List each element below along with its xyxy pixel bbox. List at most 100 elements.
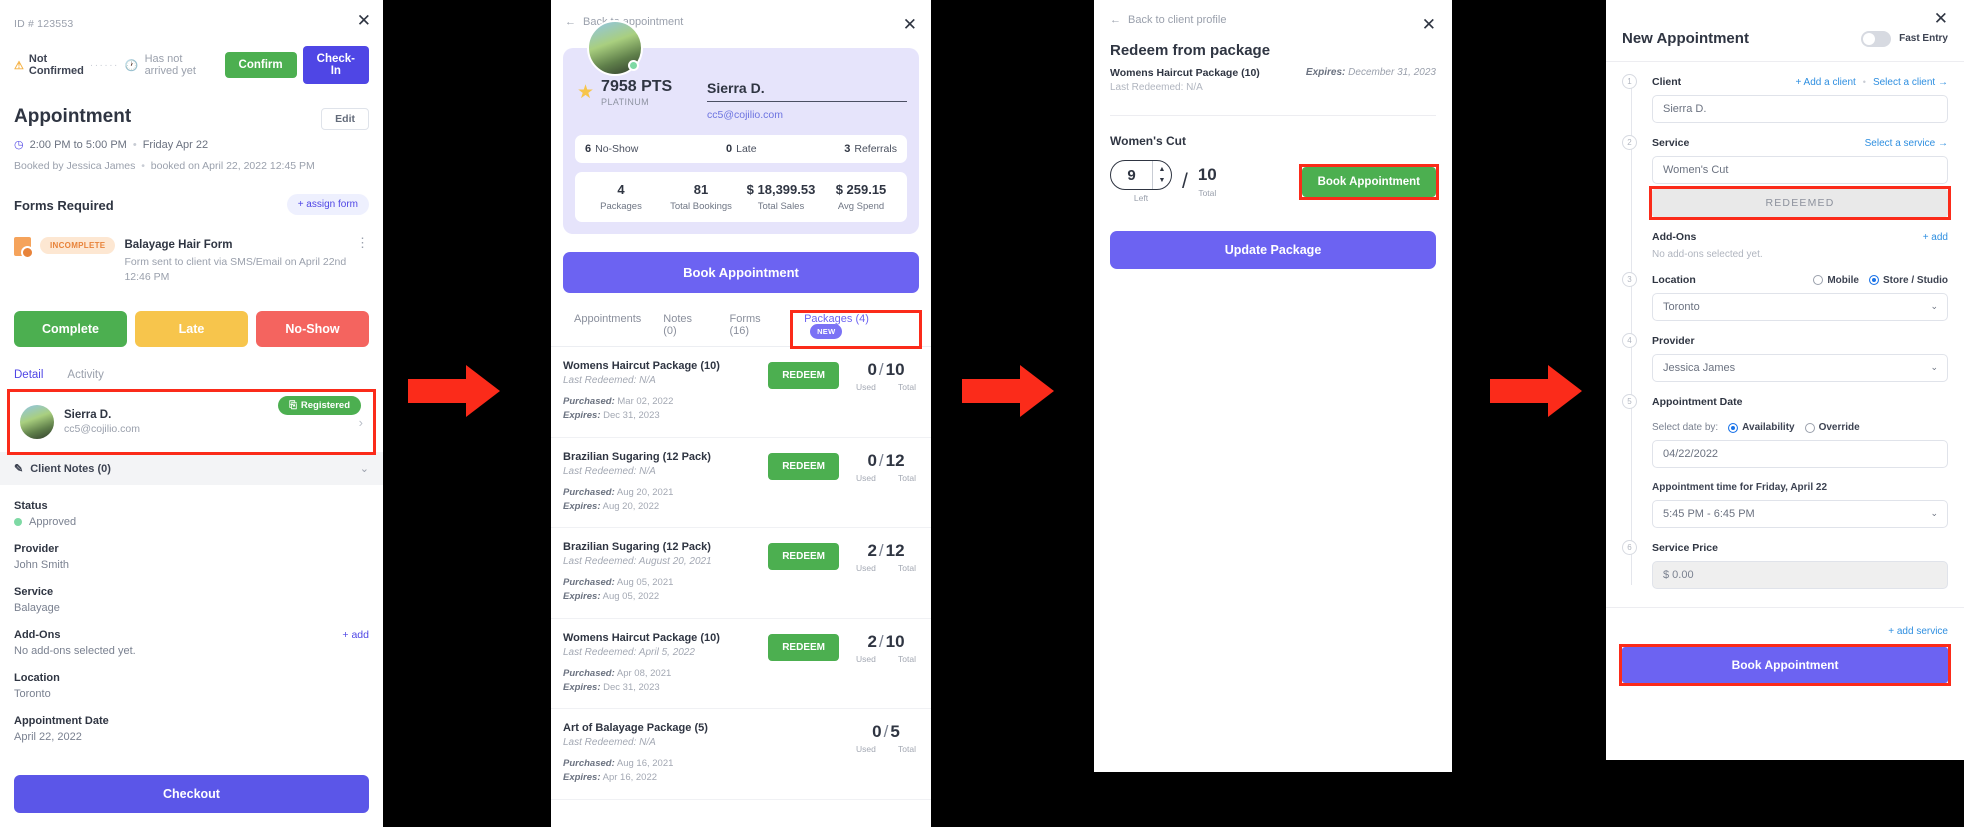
purchased-date: Mar 02, 2022 — [617, 396, 674, 407]
edit-button[interactable]: Edit — [321, 108, 369, 130]
book-appointment-button[interactable]: Book Appointment — [1301, 166, 1436, 197]
radio-override[interactable]: Override — [1804, 422, 1860, 433]
quick-stats-row: 6 No-Show 0 Late 3 Referrals — [575, 135, 907, 163]
forms-required-header: Forms Required — [14, 198, 114, 213]
used-label: Used — [856, 382, 876, 392]
redeem-button[interactable]: REDEEM — [768, 633, 839, 661]
package-title: Art of Balayage Package (5) — [563, 722, 708, 734]
form-row[interactable]: INCOMPLETE Balayage Hair Form Form sent … — [14, 235, 369, 285]
client-name: Sierra D. — [707, 80, 907, 102]
stat-label: Total Bookings — [670, 201, 732, 212]
redeem-button[interactable]: REDEEM — [768, 543, 839, 570]
arrival-text: Has not arrived yet — [144, 53, 196, 77]
checkout-button[interactable]: Checkout — [14, 775, 369, 813]
tab-packages[interactable]: Packages (4) NEW — [790, 310, 922, 349]
book-appointment-button[interactable]: Book Appointment — [1622, 647, 1948, 683]
redeem-button[interactable]: REDEEM — [768, 362, 839, 389]
client-row[interactable]: Sierra D. cc5@cojilio.com ⎘ Registered › — [10, 392, 373, 453]
client-email[interactable]: cc5@cojilio.com — [707, 109, 907, 121]
addons-label: Add-Ons — [1652, 231, 1697, 243]
chevron-down-icon[interactable]: ⌄ — [360, 462, 369, 475]
field-appointment-date: Appointment Date April 22, 2022 — [14, 715, 369, 743]
no-show-button[interactable]: No-Show — [256, 311, 369, 348]
select-service-link[interactable]: Select a service → — [1865, 138, 1948, 149]
expires-date: Dec 31, 2023 — [603, 410, 660, 422]
appointment-time-label: Appointment time for Friday, April 22 — [1652, 482, 1828, 493]
total-label: Total — [898, 744, 916, 754]
chevron-down-icon[interactable]: ▼ — [1159, 177, 1166, 184]
stepper-value[interactable]: 9 — [1111, 161, 1153, 189]
close-icon[interactable]: ✕ — [357, 12, 371, 29]
expires-date: December 31, 2023 — [1348, 67, 1436, 78]
client-input[interactable] — [1652, 95, 1948, 123]
client-notes-header[interactable]: ✎ Client Notes (0) ⌄ — [0, 452, 383, 486]
quantity-stepper[interactable]: 9 ▲ ▼ — [1110, 160, 1172, 190]
tab-detail[interactable]: Detail — [14, 369, 44, 392]
tab-appointments[interactable]: Appointments — [563, 313, 652, 346]
redeemed-highlight: REDEEMED — [1649, 186, 1951, 220]
close-icon[interactable]: ✕ — [903, 16, 917, 33]
total-value: 10 — [1197, 165, 1217, 184]
add-addon-link[interactable]: + add — [1923, 232, 1948, 243]
service-price-input[interactable] — [1652, 561, 1948, 589]
arrow-left-icon: ← — [1110, 14, 1121, 26]
time-select[interactable] — [1652, 500, 1948, 528]
field-status: Status Approved — [14, 500, 369, 528]
add-service-link[interactable]: + add service — [1622, 626, 1948, 637]
stepper-arrows[interactable]: ▲ ▼ — [1153, 166, 1171, 184]
stat-value: 6 — [585, 143, 592, 155]
update-package-button[interactable]: Update Package — [1110, 231, 1436, 269]
radio-store-studio[interactable]: Store / Studio — [1869, 275, 1948, 286]
select-client-link[interactable]: Select a client → — [1873, 77, 1948, 88]
complete-button[interactable]: Complete — [14, 311, 127, 348]
radio-availability[interactable]: Availability — [1728, 422, 1795, 433]
service-input[interactable] — [1652, 156, 1948, 184]
count-labels: Used Total — [853, 654, 919, 664]
back-to-client-profile-link[interactable]: ← Back to client profile — [1110, 14, 1436, 26]
tab-activity[interactable]: Activity — [67, 369, 103, 391]
total-label: Total — [898, 653, 916, 664]
purchased-label: Purchased: — [563, 396, 615, 407]
redeem-button[interactable]: REDEEM — [768, 452, 839, 480]
expires-label: Expires: — [563, 772, 601, 784]
location-select[interactable] — [1652, 293, 1948, 321]
stat-value: 0 — [726, 143, 733, 155]
book-appointment-button[interactable]: Book Appointment — [563, 252, 919, 293]
radio-mobile[interactable]: Mobile — [1813, 275, 1859, 286]
purchased-label: Purchased: — [563, 758, 615, 769]
checkin-button[interactable]: Check-In — [302, 46, 369, 84]
date-input[interactable] — [1652, 440, 1948, 468]
field-value: April 22, 2022 — [14, 731, 82, 744]
stat-value: 4 — [617, 182, 625, 197]
more-options-icon[interactable]: ⋮ — [356, 235, 369, 251]
form-description: Form sent to client via SMS/Email on Apr… — [124, 256, 347, 284]
stat-label: Total Sales — [757, 201, 805, 212]
redeemed-badge[interactable]: REDEEMED — [1652, 189, 1948, 217]
assign-form-button[interactable]: + assign form — [286, 194, 369, 215]
tab-notes[interactable]: Notes (0) — [652, 313, 718, 346]
chevron-up-icon[interactable]: ▲ — [1159, 166, 1166, 173]
provider-select[interactable] — [1652, 354, 1948, 382]
package-summary: Womens Haircut Package (10) Last Redeeme… — [1110, 67, 1436, 93]
field-addons: + add Add-Ons No add-ons selected yet. — [14, 629, 369, 657]
fast-entry-toggle[interactable] — [1861, 30, 1892, 47]
date-mode-row: Select date by: Availability Override — [1652, 422, 1948, 433]
late-button[interactable]: Late — [135, 311, 248, 348]
field-label: Add-Ons — [14, 629, 61, 642]
field-provider: Provider John Smith — [14, 543, 369, 571]
client-profile-panel: ✕ ← Back to appointment ★ 7958 PTS PLATI… — [551, 0, 931, 827]
package-title: Brazilian Sugaring (12 Pack) — [563, 450, 711, 463]
add-client-link[interactable]: + Add a client — [1795, 77, 1855, 88]
package-title: Brazilian Sugaring (12 Pack) — [563, 541, 711, 553]
fast-entry-control[interactable]: Fast Entry — [1861, 30, 1948, 47]
field-location: Location Toronto — [14, 672, 369, 700]
confirm-button[interactable]: Confirm — [224, 52, 297, 78]
close-icon[interactable]: ✕ — [1934, 10, 1948, 27]
tab-forms[interactable]: Forms (16) — [719, 313, 794, 346]
step-appointment-date: 5 Appointment Date Select date by: Avail… — [1622, 394, 1948, 528]
package-meta: Purchased: Apr 08, 2021 Expires: Dec 31,… — [563, 667, 762, 696]
close-icon[interactable]: ✕ — [1422, 16, 1436, 33]
document-icon — [14, 237, 34, 259]
add-addon-link[interactable]: + add — [342, 629, 369, 641]
booked-on: booked on April 22, 2022 12:45 PM — [150, 160, 315, 172]
